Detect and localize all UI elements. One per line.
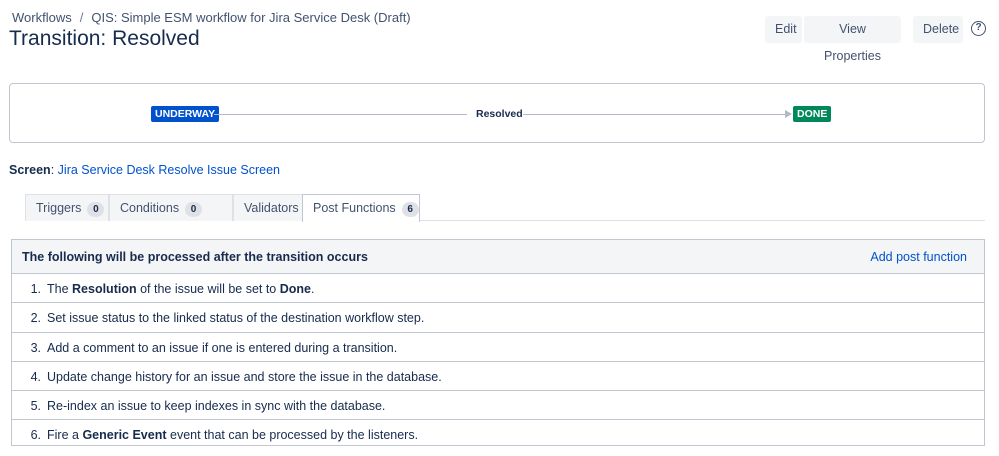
- tab-label: Triggers: [36, 201, 82, 215]
- tab-count-badge: 0: [87, 202, 105, 217]
- tab-label: Post Functions: [313, 201, 396, 215]
- panel-header: The following will be processed after th…: [12, 240, 984, 274]
- item-number: 6.: [30, 428, 41, 443]
- from-status-lozenge: UNDERWAY: [151, 106, 220, 122]
- tab-label: Conditions: [120, 201, 180, 215]
- item-text-part: of the issue will be set to: [136, 282, 280, 296]
- item-text-bold: Generic Event: [82, 428, 167, 443]
- transition-line: [214, 114, 467, 115]
- item-text-bold: Done: [279, 282, 311, 296]
- breadcrumb-workflows-link[interactable]: Workflows: [12, 10, 72, 25]
- panel-title: The following will be processed after th…: [22, 250, 368, 264]
- item-number: 1.: [30, 282, 41, 296]
- delete-button[interactable]: Delete: [913, 16, 963, 43]
- edit-button[interactable]: Edit: [765, 16, 802, 43]
- item-number: 3.: [30, 340, 41, 355]
- item-text: Fire a Generic Event event that can be p…: [47, 428, 418, 442]
- tab-count-badge: 6: [401, 202, 419, 217]
- item-number: 5.: [30, 399, 41, 414]
- item-text: Re-index an issue to keep indexes in syn…: [47, 399, 386, 414]
- tab-post-functions[interactable]: Post Functions 6: [302, 194, 420, 222]
- list-item: 1. The Resolution of the issue will be s…: [12, 274, 984, 304]
- breadcrumb-workflow-link[interactable]: QIS: Simple ESM workflow for Jira Servic…: [91, 10, 410, 25]
- screen-link[interactable]: Jira Service Desk Resolve Issue Screen: [58, 163, 280, 177]
- view-properties-button[interactable]: View Properties: [804, 16, 901, 63]
- list-item: 3. Add a comment to an issue if one is e…: [12, 333, 984, 362]
- tab-triggers[interactable]: Triggers 0: [25, 194, 109, 221]
- screen-info: Screen: Jira Service Desk Resolve Issue …: [9, 163, 280, 177]
- transition-label: Resolved: [476, 108, 523, 120]
- transition-diagram: UNDERWAY Resolved DONE: [9, 83, 985, 143]
- item-number: 4.: [30, 369, 41, 384]
- breadcrumb: Workflows / QIS: Simple ESM workflow for J…: [12, 10, 411, 25]
- list-item: 5. Re-index an issue to keep indexes in …: [12, 391, 984, 421]
- page-title: Transition: Resolved: [9, 27, 200, 50]
- tab-label: Validators: [244, 201, 299, 215]
- list-item: 6. Fire a Generic Event event that can b…: [12, 420, 984, 449]
- item-text: Add a comment to an issue if one is ente…: [47, 340, 398, 355]
- item-text-part: .: [311, 282, 315, 296]
- item-number: 2.: [30, 311, 41, 326]
- list-item: 4. Update change history for an issue an…: [12, 362, 984, 392]
- item-text-part: The: [47, 282, 73, 296]
- screen-colon: :: [50, 163, 55, 177]
- item-text: Set issue status to the linked status of…: [47, 311, 425, 326]
- item-text: Update change history for an issue and s…: [47, 369, 442, 384]
- screen-label: Screen: [9, 163, 51, 177]
- breadcrumb-separator: /: [79, 10, 84, 25]
- item-text-bold: Resolution: [72, 282, 137, 296]
- list-item: 2. Set issue status to the linked status…: [12, 303, 984, 333]
- tab-count-badge: 0: [185, 202, 203, 217]
- item-text-part: event that can be processed by the liste…: [166, 428, 419, 443]
- transition-line: [523, 114, 785, 115]
- item-text: The Resolution of the issue will be set …: [47, 282, 314, 296]
- item-text-part: Fire a: [47, 428, 83, 443]
- arrow-right-icon: [785, 110, 792, 118]
- to-status-lozenge: DONE: [793, 106, 832, 122]
- help-icon[interactable]: ?: [971, 21, 986, 36]
- post-functions-panel: The following will be processed after th…: [11, 239, 985, 446]
- add-post-function-link[interactable]: Add post function: [870, 250, 967, 264]
- tab-conditions[interactable]: Conditions 0: [109, 194, 233, 221]
